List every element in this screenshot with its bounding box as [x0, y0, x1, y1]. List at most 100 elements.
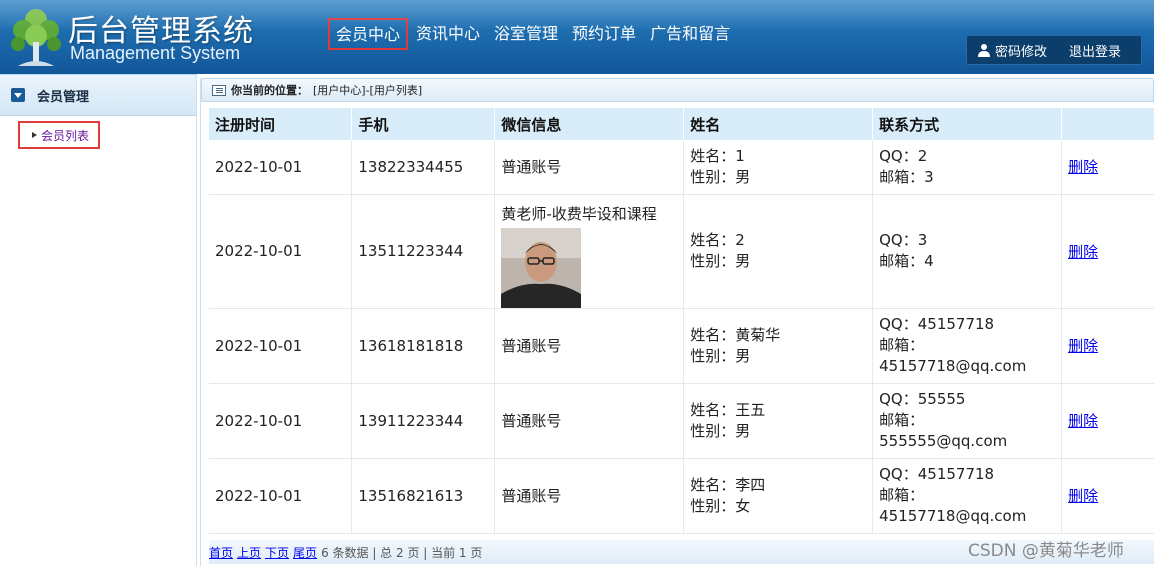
cell-phone: 13911223344: [351, 383, 496, 459]
qq-text: QQ：3: [879, 231, 928, 249]
main-content: 你当前的位置： [用户中心]-[用户列表] 注册时间 手机 微信信息 姓名 联系…: [200, 78, 1154, 566]
table-row: 2022-10-01 13511223344 黄老师-收费毕设和课程 姓名：2 …: [209, 194, 1154, 309]
cell-name: 姓名：2 性别：男: [683, 194, 874, 309]
column-header: [1061, 108, 1154, 140]
gender-text: 性别：男: [690, 252, 751, 270]
cell-name: 姓名：王五 性别：男: [683, 383, 874, 459]
cell-wechat: 普通账号: [494, 458, 685, 534]
cell-phone: 13511223344: [351, 194, 496, 309]
cell-phone: 13822334455: [351, 140, 496, 195]
email-label: 邮箱：3: [879, 167, 934, 186]
nav-item-bathroom-management[interactable]: 浴室管理: [488, 18, 564, 50]
cell-phone: 13618181818: [351, 308, 496, 384]
name-text: 姓名：1: [690, 146, 745, 165]
column-header: 姓名: [683, 108, 874, 140]
gender-text: 性别：男: [690, 421, 751, 440]
avatar-photo-icon: [501, 227, 582, 308]
table-row: 2022-10-01 13516821613 普通账号 姓名：李四 性别：女 Q…: [209, 458, 1154, 534]
logout-link[interactable]: 退出登录: [1069, 41, 1121, 60]
gender-text: 性别：男: [690, 167, 751, 186]
delete-link[interactable]: 删除: [1068, 487, 1098, 505]
email-label: 邮箱：: [879, 411, 925, 429]
qq-text: QQ：55555: [879, 390, 966, 408]
cell-action: 删除: [1061, 308, 1154, 384]
email-text: 45157718@qq.com: [879, 357, 1027, 375]
qq-text: QQ：2: [879, 146, 928, 165]
column-header: 联系方式: [872, 108, 1063, 140]
cell-action: 删除: [1061, 140, 1154, 195]
cell-wechat: 黄老师-收费毕设和课程: [494, 194, 685, 309]
logo-tree-icon: [11, 9, 61, 66]
sidebar-item-label: 会员列表: [41, 128, 90, 143]
pager-prev-link[interactable]: 上页: [237, 544, 261, 561]
delete-link[interactable]: 删除: [1068, 337, 1098, 355]
name-text: 姓名：2: [690, 231, 745, 249]
cell-action: 删除: [1061, 383, 1154, 459]
qq-text: QQ：45157718: [879, 465, 995, 483]
email-text: 45157718@qq.com: [879, 507, 1027, 525]
cell-phone: 13516821613: [351, 458, 496, 534]
list-arrow-icon: [32, 132, 37, 138]
delete-link[interactable]: 删除: [1068, 158, 1098, 176]
gender-text: 性别：男: [690, 346, 751, 365]
column-header: 注册时间: [209, 108, 353, 140]
cell-action: 删除: [1061, 458, 1154, 534]
header: 后台管理系统 Management System 会员中心 资讯中心 浴室管理 …: [0, 0, 1154, 74]
collapse-arrow-icon: [11, 88, 25, 102]
cell-register-date: 2022-10-01: [209, 308, 353, 384]
pager-first-link[interactable]: 首页: [209, 544, 233, 561]
gender-text: 性别：女: [690, 496, 751, 515]
nav-item-ads-messages[interactable]: 广告和留言: [644, 18, 736, 50]
delete-link[interactable]: 删除: [1068, 412, 1098, 430]
table-row: 2022-10-01 13911223344 普通账号 姓名：王五 性别：男 Q…: [209, 383, 1154, 459]
nav-item-news-center[interactable]: 资讯中心: [410, 18, 486, 50]
email-label: 邮箱：: [879, 336, 925, 354]
wechat-nickname: 黄老师-收费毕设和课程: [501, 204, 657, 223]
cell-register-date: 2022-10-01: [209, 383, 353, 459]
cell-name: 姓名：黄菊华 性别：男: [683, 308, 874, 384]
delete-link[interactable]: 删除: [1068, 243, 1098, 261]
user-actions: 密码修改 退出登录: [966, 35, 1142, 65]
table-header-row: 注册时间 手机 微信信息 姓名 联系方式: [209, 108, 1154, 140]
table-row: 2022-10-01 13822334455 普通账号 姓名：1 性别：男 QQ…: [209, 140, 1154, 195]
email-label: 邮箱：: [879, 486, 925, 504]
name-text: 姓名：王五: [690, 400, 766, 419]
change-password-link[interactable]: 密码修改: [995, 41, 1047, 60]
cell-contact: QQ：55555 邮箱： 555555@qq.com: [872, 383, 1063, 459]
sidebar-item-member-list[interactable]: 会员列表: [18, 121, 100, 149]
cell-register-date: 2022-10-01: [209, 458, 353, 534]
pager-next-link[interactable]: 下页: [265, 544, 289, 561]
cell-register-date: 2022-10-01: [209, 140, 353, 195]
cell-wechat: 普通账号: [494, 308, 685, 384]
sidebar: 会员管理 会员列表: [0, 74, 197, 566]
watermark: CSDN @黄菊华老师: [968, 541, 1124, 561]
cell-contact: QQ：45157718 邮箱： 45157718@qq.com: [872, 458, 1063, 534]
breadcrumb: 你当前的位置： [用户中心]-[用户列表]: [201, 78, 1154, 102]
nav-item-reservation-orders[interactable]: 预约订单: [566, 18, 642, 50]
cell-contact: QQ：45157718 邮箱： 45157718@qq.com: [872, 308, 1063, 384]
email-text: 555555@qq.com: [879, 432, 1008, 450]
table-row: 2022-10-01 13618181818 普通账号 姓名：黄菊华 性别：男 …: [209, 308, 1154, 384]
qq-text: QQ：45157718: [879, 315, 995, 333]
column-header: 微信信息: [494, 108, 685, 140]
cell-action: 删除: [1061, 194, 1154, 309]
cell-name: 姓名：李四 性别：女: [683, 458, 874, 534]
cell-register-date: 2022-10-01: [209, 194, 353, 309]
pager-last-link[interactable]: 尾页: [293, 544, 317, 561]
user-icon: [978, 44, 990, 57]
app-subtitle: Management System: [70, 43, 241, 63]
sidebar-group-label: 会员管理: [37, 89, 90, 105]
nav-item-member-center[interactable]: 会员中心: [328, 18, 409, 50]
cell-name: 姓名：1 性别：男: [683, 140, 874, 195]
sidebar-group-member-management[interactable]: 会员管理: [0, 74, 196, 116]
cell-contact: QQ：3 邮箱：4: [872, 194, 1063, 309]
pager-info: 6 条数据 | 总 2 页 | 当前 1 页: [321, 545, 483, 560]
breadcrumb-label: 你当前的位置：: [231, 84, 308, 97]
cell-contact: QQ：2 邮箱：3: [872, 140, 1063, 195]
email-label: 邮箱：4: [879, 252, 934, 270]
avatar: [501, 227, 582, 308]
breadcrumb-path: [用户中心]-[用户列表]: [313, 84, 423, 97]
top-nav: 会员中心 资讯中心 浴室管理 预约订单 广告和留言: [328, 18, 738, 50]
cell-wechat: 普通账号: [494, 383, 685, 459]
member-table: 注册时间 手机 微信信息 姓名 联系方式 2022-10-01 13822334…: [209, 108, 1154, 534]
